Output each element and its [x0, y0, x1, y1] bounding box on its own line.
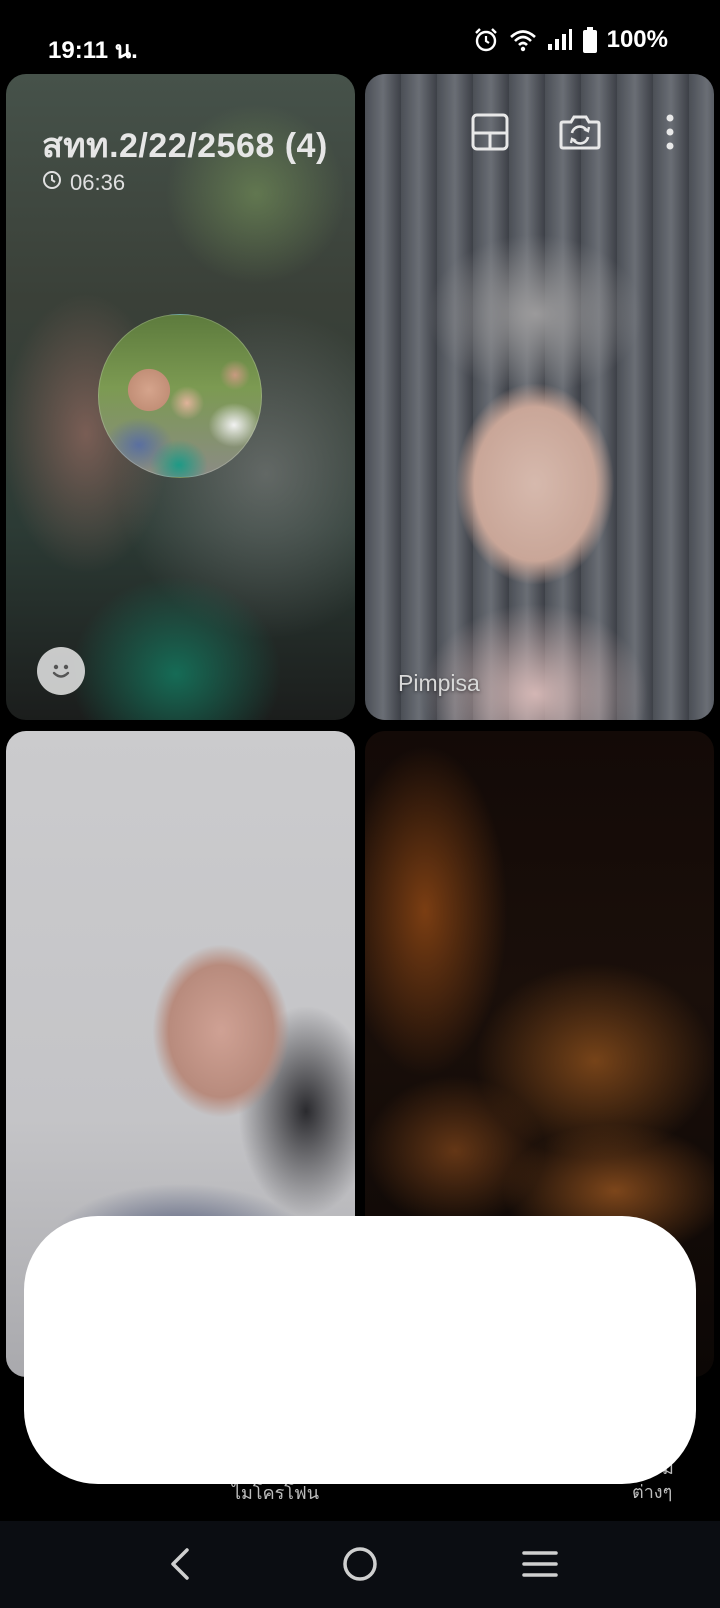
more-vertical-icon	[666, 114, 674, 150]
switch-camera-icon	[559, 115, 601, 150]
system-navigation-bar	[0, 1521, 720, 1608]
back-icon	[171, 1548, 189, 1580]
emoji-reaction-button[interactable]	[37, 647, 85, 695]
call-top-controls	[465, 110, 695, 154]
home-icon	[343, 1547, 377, 1581]
layout-button[interactable]	[465, 110, 515, 154]
signal-icon	[547, 28, 573, 52]
status-icons: 100%	[473, 26, 668, 54]
participant-name: Pimpisa	[398, 670, 480, 696]
participant-tile-pimpisa[interactable]: Pimpisa	[365, 74, 714, 720]
smiley-icon	[52, 664, 70, 678]
call-timer-value: 06:36	[70, 170, 126, 195]
participant-tile-self[interactable]: สทท.2/22/2568 (4) 06:36	[6, 74, 355, 720]
status-time: 19:11 น.	[48, 37, 138, 64]
group-avatar	[98, 314, 262, 478]
clock-icon	[42, 170, 62, 196]
battery-level: 100%	[606, 26, 668, 53]
more-options-button[interactable]	[645, 110, 695, 154]
wifi-icon	[509, 28, 537, 52]
white-overlay-panel	[24, 1216, 696, 1484]
alarm-icon	[473, 27, 499, 53]
status-bar: 19:11 น. 100%	[0, 0, 720, 72]
nav-back-button[interactable]	[150, 1539, 210, 1589]
switch-camera-button[interactable]	[555, 110, 605, 154]
group-title: สทท.2/22/2568 (4)	[42, 127, 328, 165]
nav-recents-button[interactable]	[510, 1539, 570, 1589]
call-timer: 06:36	[42, 170, 125, 196]
nav-home-button[interactable]	[330, 1539, 390, 1589]
layout-grid-icon	[471, 113, 509, 151]
menu-icon	[522, 1551, 558, 1577]
battery-icon	[582, 27, 597, 53]
